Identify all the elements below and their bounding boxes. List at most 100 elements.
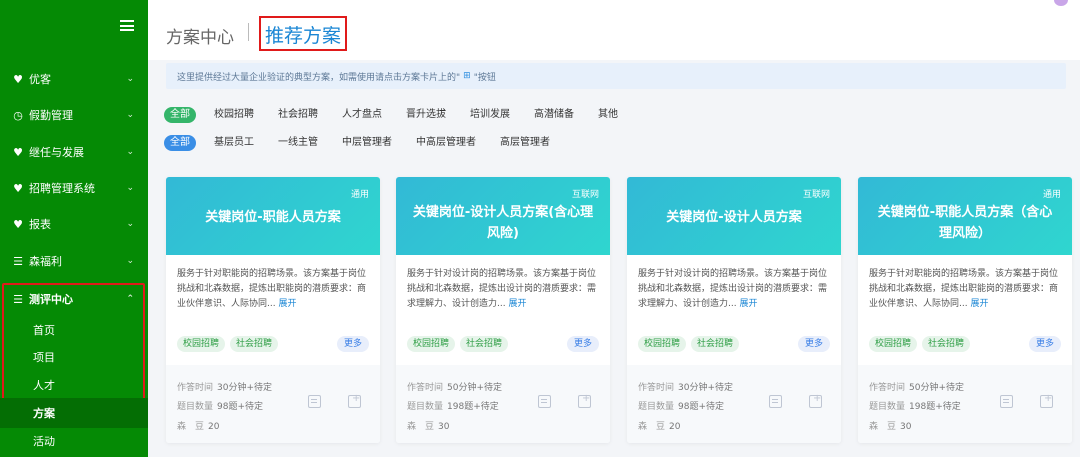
filter-level-all[interactable]: 全部: [164, 135, 196, 151]
more-tags-button[interactable]: 更多: [566, 336, 599, 352]
plan-card[interactable]: 互联网 关键岗位-设计人员方案(含心理风险) 服务于针对设计岗的招聘场景。该方案…: [396, 177, 610, 443]
plan-card[interactable]: 通用 关键岗位-职能人员方案 服务于针对职能岗的招聘场景。该方案基于岗位挑战和北…: [166, 177, 380, 443]
breadcrumb-divider: [248, 23, 249, 41]
filter-level-middle[interactable]: 中层管理者: [336, 135, 398, 151]
add-to-plan-icon[interactable]: [1040, 393, 1053, 408]
expand-link[interactable]: 展开: [970, 299, 988, 309]
preview-icon[interactable]: [538, 395, 551, 408]
filter-scene-talent-review[interactable]: 人才盘点: [336, 107, 388, 123]
filter-scene-campus[interactable]: 校园招聘: [208, 107, 260, 123]
sidebar-subitem-plans[interactable]: 方案: [0, 398, 148, 428]
document-icon: ☰: [13, 292, 23, 306]
sidebar-item-label: 优客: [29, 73, 51, 86]
more-tags-button[interactable]: 更多: [1028, 336, 1061, 352]
add-to-plan-icon: ⊞: [463, 71, 471, 81]
plan-card[interactable]: 互联网 关键岗位-设计人员方案 服务于针对设计岗的招聘场景。该方案基于岗位挑战和…: [627, 177, 841, 443]
card-badge: 互联网: [802, 190, 830, 200]
tag-social: 社会招聘: [691, 336, 740, 352]
add-to-plan-icon[interactable]: [809, 393, 822, 408]
page-header: 方案中心 推荐方案: [148, 0, 1080, 60]
preview-icon[interactable]: [769, 395, 782, 408]
plan-card[interactable]: 通用 关键岗位-职能人员方案（含心理风险） 服务于针对职能岗的招聘场景。该方案基…: [858, 177, 1072, 443]
question-count: 题目数量 198题+待定: [407, 402, 499, 412]
sidebar-subitem-talent[interactable]: 人才: [0, 370, 148, 400]
tag-social: 社会招聘: [460, 336, 509, 352]
clock-icon: ◷: [13, 108, 23, 122]
card-badge: 通用: [1042, 190, 1061, 200]
more-tags-button[interactable]: 更多: [797, 336, 830, 352]
diamond-icon: ♥: [13, 72, 23, 86]
add-to-plan-icon[interactable]: [578, 393, 591, 408]
sidebar-item-leave[interactable]: ◷ 假勤管理 ⌄: [0, 97, 148, 133]
card-tags: 校园招聘 社会招聘 更多: [407, 336, 599, 352]
sidebar-item-succession[interactable]: ♥ 继任与发展 ⌄: [0, 134, 148, 170]
sidebar: ♥ 优客 ⌄ ◷ 假勤管理 ⌄ ♥ 继任与发展 ⌄ ♥ 招聘管理系统 ⌄ ♥ 报…: [0, 0, 148, 457]
chevron-down-icon: ⌄: [126, 183, 134, 193]
card-title: 关键岗位-职能人员方案（含心理风险）: [877, 205, 1053, 241]
answer-time: 作答时间 50分钟+待定: [869, 383, 965, 393]
tag-campus: 校园招聘: [869, 336, 918, 352]
avatar[interactable]: [1054, 0, 1068, 6]
filter-level-frontline[interactable]: 一线主管: [272, 135, 324, 151]
bean-cost: 森 豆 20: [177, 422, 220, 432]
card-description: 服务于针对职能岗的招聘场景。该方案基于岗位挑战和北森数据，提炼出职能岗的潜质要求…: [177, 267, 369, 312]
filter-scene-high-potential[interactable]: 高潜储备: [528, 107, 580, 123]
card-desc-text: 服务于针对设计岗的招聘场景。该方案基于岗位挑战和北森数据，提炼出设计岗的潜质要求…: [407, 269, 597, 309]
main-content: 方案中心 推荐方案 这里提供经过大量企业验证的典型方案，如需使用请点击方案卡片上…: [148, 0, 1080, 457]
level-filter: 全部 基层员工 一线主管 中层管理者 中高层管理者 高层管理者: [164, 134, 560, 152]
card-header: 互联网 关键岗位-设计人员方案(含心理风险): [396, 177, 610, 255]
expand-link[interactable]: 展开: [508, 299, 526, 309]
tag-social: 社会招聘: [230, 336, 279, 352]
sidebar-item-label: 报表: [29, 218, 51, 231]
more-tags-button[interactable]: 更多: [336, 336, 369, 352]
card-badge: 通用: [350, 190, 369, 200]
chevron-down-icon: ⌄: [126, 219, 134, 229]
bean-cost: 森 豆 30: [407, 422, 450, 432]
card-title: 关键岗位-设计人员方案(含心理风险): [412, 205, 594, 241]
card-description: 服务于针对职能岗的招聘场景。该方案基于岗位挑战和北森数据，提炼出职能岗的潜质要求…: [869, 267, 1061, 312]
chevron-up-icon: ⌃: [126, 294, 134, 304]
filter-scene-all[interactable]: 全部: [164, 107, 196, 123]
card-badge: 互联网: [571, 190, 599, 200]
tag-social: 社会招聘: [922, 336, 971, 352]
filter-scene-social[interactable]: 社会招聘: [272, 107, 324, 123]
diamond-icon: ♥: [13, 217, 23, 231]
page-title: 推荐方案: [259, 16, 348, 51]
sidebar-item-label: 继任与发展: [29, 146, 84, 159]
expand-link[interactable]: 展开: [278, 299, 296, 309]
filter-level-mid-senior[interactable]: 中高层管理者: [410, 135, 482, 151]
diamond-icon: ♥: [13, 181, 23, 195]
sidebar-subitem-activities[interactable]: 活动: [0, 426, 148, 456]
add-to-plan-icon[interactable]: [348, 393, 361, 408]
sidebar-item-youke[interactable]: ♥ 优客 ⌄: [0, 61, 148, 97]
card-title: 关键岗位-设计人员方案: [666, 210, 802, 225]
breadcrumb-parent[interactable]: 方案中心: [166, 23, 234, 48]
menu-toggle-icon[interactable]: [120, 20, 134, 31]
question-count: 题目数量 198题+待定: [869, 402, 961, 412]
card-header: 通用 关键岗位-职能人员方案（含心理风险）: [858, 177, 1072, 255]
card-desc-text: 服务于针对职能岗的招聘场景。该方案基于岗位挑战和北森数据，提炼出职能岗的潜质要求…: [869, 269, 1059, 309]
bean-cost: 森 豆 20: [638, 422, 681, 432]
filter-level-senior[interactable]: 高层管理者: [494, 135, 556, 151]
info-notice: 这里提供经过大量企业验证的典型方案，如需使用请点击方案卡片上的" ⊞ "按钮: [166, 63, 1066, 89]
sidebar-item-label: 招聘管理系统: [29, 182, 95, 195]
sidebar-item-reports[interactable]: ♥ 报表 ⌄: [0, 206, 148, 242]
card-tags: 校园招聘 社会招聘 更多: [177, 336, 369, 352]
preview-icon[interactable]: [1000, 395, 1013, 408]
filter-scene-training[interactable]: 培训发展: [464, 107, 516, 123]
sidebar-subitem-home[interactable]: 首页: [0, 315, 148, 345]
sidebar-subitem-projects[interactable]: 项目: [0, 342, 148, 372]
sidebar-item-label: 测评中心: [29, 293, 73, 306]
card-tags: 校园招聘 社会招聘 更多: [869, 336, 1061, 352]
sidebar-item-recruiting[interactable]: ♥ 招聘管理系统 ⌄: [0, 170, 148, 206]
card-header: 通用 关键岗位-职能人员方案: [166, 177, 380, 255]
filter-scene-promotion[interactable]: 晋升选拔: [400, 107, 452, 123]
filter-scene-other[interactable]: 其他: [592, 107, 624, 123]
sidebar-item-assessment[interactable]: ☰ 测评中心 ⌃: [0, 281, 148, 317]
scene-filter: 全部 校园招聘 社会招聘 人才盘点 晋升选拔 培训发展 高潜储备 其他: [164, 106, 628, 124]
preview-icon[interactable]: [308, 395, 321, 408]
filter-level-base[interactable]: 基层员工: [208, 135, 260, 151]
sidebar-item-welfare[interactable]: ☰ 森福利 ⌄: [0, 243, 148, 279]
sidebar-item-label: 森福利: [29, 255, 62, 268]
expand-link[interactable]: 展开: [739, 299, 757, 309]
